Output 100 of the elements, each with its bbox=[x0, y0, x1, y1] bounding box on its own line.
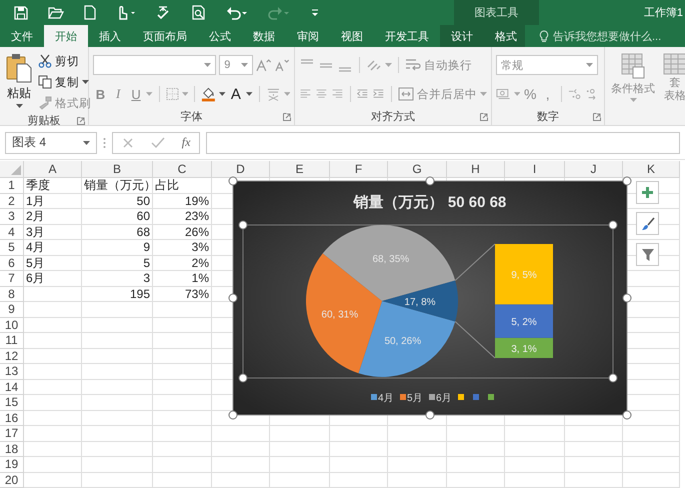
dialog-launcher-icon[interactable] bbox=[593, 112, 601, 120]
row-header[interactable]: 4 bbox=[0, 224, 24, 240]
ribbon-tab[interactable]: 公式 bbox=[198, 25, 242, 47]
column-header[interactable]: B bbox=[82, 161, 153, 178]
row-header[interactable]: 18 bbox=[0, 442, 24, 457]
plot-area-frame[interactable] bbox=[242, 224, 614, 378]
column-header[interactable]: E bbox=[270, 161, 330, 178]
row-header[interactable]: 5 bbox=[0, 240, 24, 256]
row-header[interactable]: 9 bbox=[0, 302, 24, 318]
resize-handle[interactable] bbox=[426, 176, 434, 186]
fill-bucket-icon[interactable] bbox=[201, 86, 216, 102]
row-header[interactable]: 1 bbox=[0, 178, 24, 194]
column-header[interactable]: A bbox=[24, 161, 82, 178]
dialog-launcher-icon[interactable] bbox=[283, 112, 291, 120]
data-label: 68, 35% bbox=[372, 254, 410, 265]
ribbon-tab[interactable]: 开发工具 bbox=[374, 25, 440, 47]
column-header[interactable]: I bbox=[505, 161, 565, 178]
row-header[interactable]: 3 bbox=[0, 209, 24, 224]
row-header[interactable]: 14 bbox=[0, 380, 24, 395]
data-label: 50, 26% bbox=[384, 336, 422, 347]
borders-icon[interactable] bbox=[166, 87, 179, 101]
chart-elements-button[interactable] bbox=[636, 181, 659, 204]
column-header[interactable]: D bbox=[212, 161, 270, 178]
ribbon-tab[interactable]: 视图 bbox=[330, 25, 374, 47]
table-cell bbox=[212, 442, 270, 457]
resize-handle[interactable] bbox=[228, 410, 238, 420]
folder-icon[interactable] bbox=[48, 6, 64, 19]
resize-handle[interactable] bbox=[238, 374, 248, 382]
increase-decimal-icon[interactable] bbox=[568, 87, 582, 101]
resize-handle[interactable] bbox=[622, 176, 632, 186]
drag-handle-icon[interactable] bbox=[103, 136, 106, 148]
resize-handle[interactable] bbox=[608, 220, 618, 230]
ribbon-tab[interactable]: 页面布局 bbox=[132, 25, 198, 47]
row-header[interactable]: 8 bbox=[0, 286, 24, 302]
name-box[interactable]: 图表 4 bbox=[5, 132, 97, 154]
new-file-icon[interactable] bbox=[84, 5, 96, 20]
insert-function-button[interactable]: fx bbox=[182, 135, 190, 150]
row-header[interactable]: 2 bbox=[0, 194, 24, 209]
formula-input[interactable] bbox=[206, 132, 680, 154]
undo-icon[interactable] bbox=[226, 6, 248, 20]
row-header[interactable]: 6 bbox=[0, 256, 24, 271]
column-header[interactable]: C bbox=[153, 161, 212, 178]
caret-icon bbox=[83, 140, 90, 144]
ribbon-tab[interactable]: 插入 bbox=[88, 25, 132, 47]
ribbon-tab[interactable]: 审阅 bbox=[286, 25, 330, 47]
table-cell bbox=[153, 426, 212, 442]
select-all-icon[interactable] bbox=[11, 165, 21, 175]
column-header[interactable]: K bbox=[623, 161, 680, 178]
ribbon-tab[interactable]: 文件 bbox=[0, 25, 44, 47]
ribbon-tab[interactable]: 设计 bbox=[440, 25, 484, 47]
table-cell bbox=[24, 333, 82, 348]
enter-check-icon[interactable] bbox=[150, 136, 165, 148]
cut-button[interactable]: 剪切 bbox=[38, 51, 91, 71]
resize-handle[interactable] bbox=[426, 410, 434, 420]
paste-button[interactable]: 粘贴 bbox=[4, 51, 34, 113]
font-grow-icon[interactable] bbox=[256, 58, 272, 72]
column-header[interactable]: H bbox=[447, 161, 505, 178]
resize-handle[interactable] bbox=[622, 294, 632, 302]
dialog-launcher-icon[interactable] bbox=[480, 112, 488, 120]
row-header[interactable]: 7 bbox=[0, 271, 24, 286]
copy-button[interactable]: 复制 bbox=[38, 72, 91, 92]
column-header[interactable]: J bbox=[565, 161, 623, 178]
redo-icon[interactable] bbox=[268, 6, 290, 20]
customize-toolbar-icon[interactable] bbox=[310, 8, 320, 18]
save-icon[interactable] bbox=[14, 6, 28, 20]
ribbon-tab[interactable]: 开始 bbox=[44, 25, 88, 47]
row-header[interactable]: 12 bbox=[0, 348, 24, 364]
resize-handle[interactable] bbox=[622, 410, 632, 420]
chart-filters-button[interactable] bbox=[636, 243, 659, 266]
chart-styles-button[interactable] bbox=[636, 212, 659, 235]
tell-me-field[interactable]: 告诉我您想要做什么... bbox=[539, 25, 662, 47]
cancel-icon[interactable] bbox=[122, 136, 134, 148]
table-cell: 5 bbox=[82, 256, 153, 271]
print-preview-icon[interactable] bbox=[192, 5, 206, 20]
dialog-launcher-icon[interactable] bbox=[77, 116, 85, 124]
row-header[interactable]: 16 bbox=[0, 410, 24, 426]
accounting-format-icon[interactable] bbox=[496, 87, 511, 101]
column-header[interactable]: F bbox=[330, 161, 388, 178]
row-header[interactable]: 11 bbox=[0, 333, 24, 348]
row-header[interactable]: 13 bbox=[0, 364, 24, 380]
font-name-field[interactable] bbox=[93, 55, 216, 75]
phonetic-guide-icon[interactable] bbox=[266, 86, 281, 102]
resize-handle[interactable] bbox=[228, 294, 238, 302]
row-header[interactable]: 20 bbox=[0, 472, 24, 488]
font-shrink-icon[interactable] bbox=[274, 58, 290, 72]
row-header[interactable]: 19 bbox=[0, 457, 24, 472]
ribbon-tab[interactable]: 数据 bbox=[242, 25, 286, 47]
table-cell: 1% bbox=[153, 271, 212, 286]
resize-handle[interactable] bbox=[228, 176, 238, 186]
column-header[interactable]: G bbox=[388, 161, 447, 178]
text-orientation-icon[interactable] bbox=[366, 58, 382, 72]
ribbon-tab[interactable]: 格式 bbox=[484, 25, 528, 47]
row-header[interactable]: 17 bbox=[0, 426, 24, 442]
resize-handle[interactable] bbox=[238, 220, 248, 230]
row-header[interactable]: 15 bbox=[0, 395, 24, 410]
row-header[interactable]: 10 bbox=[0, 318, 24, 333]
group-label: 剪贴板 bbox=[28, 114, 60, 128]
font-color-button[interactable]: A bbox=[228, 86, 244, 102]
table-cell: 2月 bbox=[24, 209, 82, 224]
resize-handle[interactable] bbox=[608, 374, 618, 382]
